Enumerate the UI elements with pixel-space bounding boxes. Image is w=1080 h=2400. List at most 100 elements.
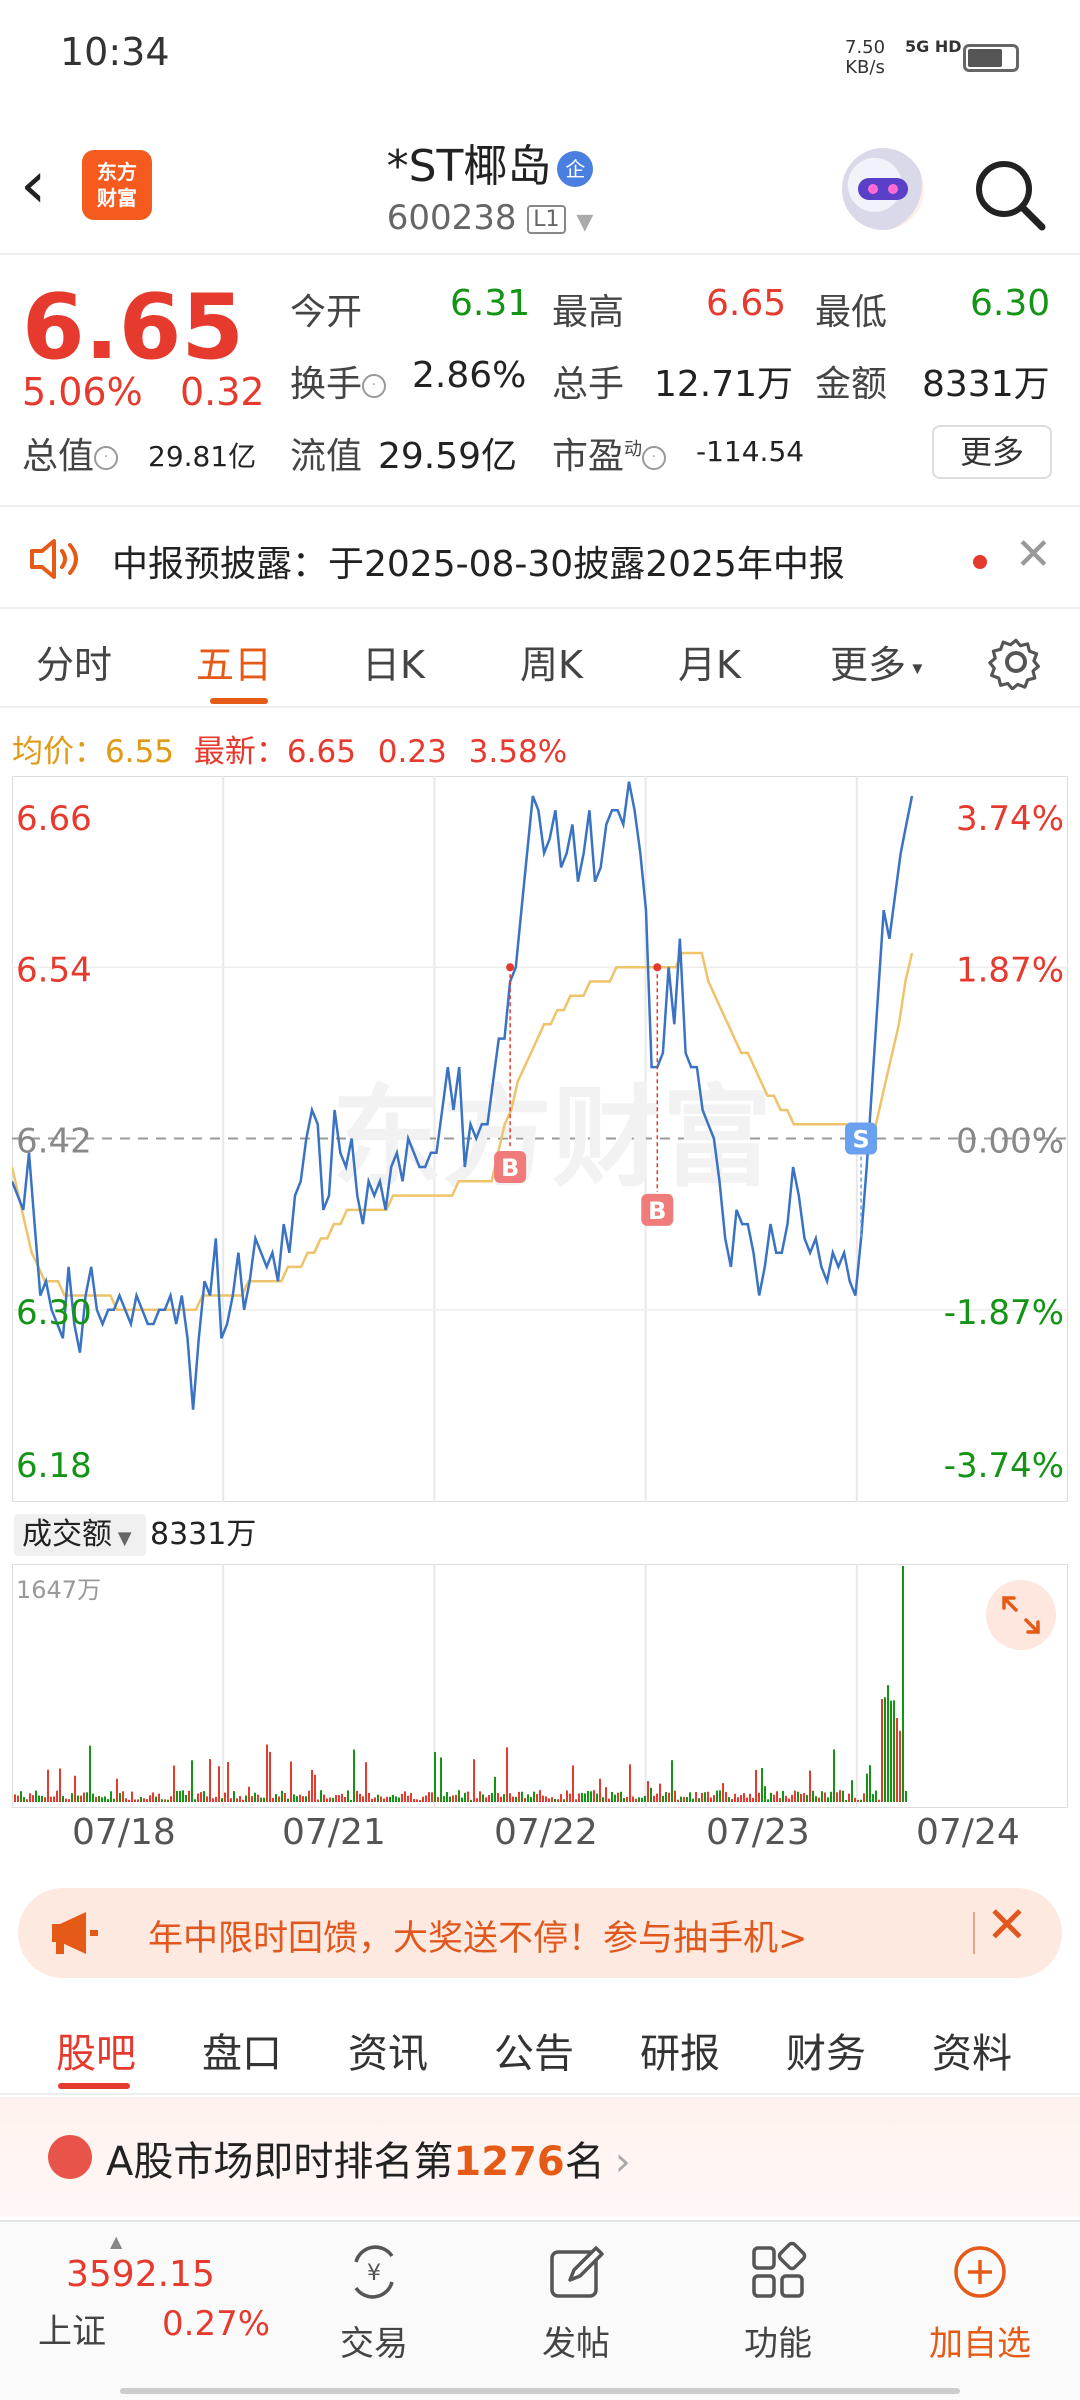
volume-bar xyxy=(83,1792,85,1802)
y-tick-right: 0.00% xyxy=(956,1122,1064,1162)
nav-post[interactable]: 发帖 xyxy=(506,2240,646,2365)
index-value[interactable]: 3592.15 xyxy=(66,2254,215,2295)
volume-bar xyxy=(524,1797,526,1802)
volume-bar xyxy=(551,1797,553,1802)
back-button[interactable]: ‹ xyxy=(20,150,80,220)
tab-monthly-k[interactable]: 月K xyxy=(678,634,741,689)
volume-bar xyxy=(734,1793,736,1802)
volume-bar xyxy=(602,1797,604,1802)
more-quote-button[interactable]: 更多 xyxy=(932,425,1052,479)
volume-bar xyxy=(233,1791,235,1802)
volume-bar xyxy=(218,1766,220,1802)
volume-bar xyxy=(179,1790,181,1802)
add-favorite-icon xyxy=(954,2246,1006,2298)
tab-orderbook[interactable]: 盘口 xyxy=(202,2021,282,2079)
info-icon[interactable]: · xyxy=(362,374,387,398)
volume-bar xyxy=(458,1790,460,1802)
gear-icon[interactable] xyxy=(988,634,1044,690)
tab-five-day[interactable]: 五日 xyxy=(196,634,272,689)
tab-profile[interactable]: 资料 xyxy=(932,2021,1012,2079)
volume-bar xyxy=(881,1699,883,1802)
info-icon[interactable]: · xyxy=(94,446,119,470)
ai-assistant-avatar[interactable] xyxy=(842,148,924,230)
pe-label: 市盈动 · xyxy=(552,427,667,479)
volume-chart[interactable] xyxy=(12,1564,1068,1808)
info-icon[interactable]: · xyxy=(642,446,667,470)
volume-bar xyxy=(749,1793,751,1802)
y-tick-left: 6.66 xyxy=(16,799,92,839)
volume-max-label: 1647万 xyxy=(16,1576,102,1604)
tab-daily-k[interactable]: 日K xyxy=(362,634,425,689)
volume-bar xyxy=(191,1760,193,1802)
volume-bar xyxy=(149,1795,151,1802)
nav-trade[interactable]: ¥ 交易 xyxy=(304,2240,444,2365)
volume-bar xyxy=(155,1796,157,1802)
volume-bar xyxy=(365,1762,367,1802)
volume-bar xyxy=(851,1780,853,1802)
volume-bar xyxy=(641,1797,643,1802)
volume-bar xyxy=(401,1793,403,1802)
volume-bar xyxy=(719,1790,721,1802)
volume-bar xyxy=(722,1783,724,1802)
volume-bar xyxy=(47,1769,49,1802)
volume-bar xyxy=(422,1796,424,1802)
mktcap-value: 29.81亿 xyxy=(148,440,257,473)
index-name[interactable]: 上证 xyxy=(38,2304,106,2353)
stock-title[interactable]: *ST椰岛企 xyxy=(300,130,680,194)
volume-bar xyxy=(308,1790,310,1802)
tab-news[interactable]: 资讯 xyxy=(348,2021,428,2079)
volume-bar xyxy=(527,1794,529,1802)
volume-bar xyxy=(842,1790,844,1802)
volume-bar xyxy=(44,1797,46,1802)
notice-bar[interactable]: 中报预披露：于2025-08-30披露2025年中报 ✕ xyxy=(0,505,1080,609)
stock-code-row[interactable]: 600238 L1 ▼ xyxy=(300,198,680,238)
bottom-nav: ▲ 3592.15 上证 0.27% ¥ 交易 发帖 功能 加自选 xyxy=(0,2220,1080,2400)
mktcap-label: 总值 · xyxy=(22,427,119,479)
tab-weekly-k[interactable]: 周K xyxy=(520,634,583,689)
nav-functions[interactable]: 功能 xyxy=(708,2240,848,2365)
volume-bar xyxy=(182,1790,184,1802)
volume-bar xyxy=(209,1759,211,1802)
volume-bar xyxy=(380,1796,382,1802)
ranking-text: A股市场即时排名第1276名 › xyxy=(106,2139,631,2185)
app-logo[interactable]: 东方 财富 xyxy=(82,150,152,220)
volume-bar xyxy=(788,1798,790,1802)
volume-bar xyxy=(743,1793,745,1802)
volume-bar xyxy=(275,1794,277,1802)
volume-bar xyxy=(737,1797,739,1802)
tab-announcements[interactable]: 公告 xyxy=(494,2021,574,2079)
volume-bar xyxy=(242,1799,244,1802)
search-icon[interactable] xyxy=(970,155,1050,235)
promo-banner[interactable]: 年中限时回馈，大奖送不停！参与抽手机> ✕ xyxy=(18,1888,1062,1978)
speaker-icon xyxy=(30,539,78,579)
float-label: 流值 xyxy=(290,436,363,477)
ranking-row[interactable]: A股市场即时排名第1276名 › xyxy=(0,2097,1080,2217)
volume-bar xyxy=(581,1792,583,1802)
expand-icon[interactable] xyxy=(986,1580,1056,1650)
volume-bar xyxy=(530,1797,532,1802)
close-icon[interactable]: ✕ xyxy=(1015,529,1052,580)
index-change[interactable]: 0.27% xyxy=(162,2304,270,2344)
marker-label: B xyxy=(501,1154,519,1182)
volume-type-selector[interactable]: 成交额 ▼ xyxy=(14,1514,146,1556)
tab-guba[interactable]: 股吧 xyxy=(56,2021,136,2079)
volume-bar xyxy=(65,1798,67,1802)
signal-icon: 5G HD xyxy=(905,37,962,56)
gesture-bar[interactable] xyxy=(120,2388,960,2394)
volume-bar xyxy=(404,1791,406,1802)
notice-text: 中报预披露：于2025-08-30披露2025年中报 xyxy=(112,544,845,585)
nav-add-favorite[interactable]: 加自选 xyxy=(910,2240,1050,2365)
volume-bar xyxy=(476,1798,478,1802)
tab-financials[interactable]: 财务 xyxy=(786,2021,866,2079)
volume-bar xyxy=(686,1797,688,1802)
volume-bar xyxy=(887,1685,889,1802)
volume-bar xyxy=(17,1795,19,1802)
tab-more[interactable]: 更多 ▾ xyxy=(830,634,922,689)
volume-bar xyxy=(761,1768,763,1802)
five-day-price-chart[interactable]: 东方财富 B B S 6.66 3.74% 6.54 1.87% 6.42 0.00% 6.30… xyxy=(12,776,1068,1502)
caret-up-icon: ▲ xyxy=(110,2232,123,2251)
close-icon[interactable]: ✕ xyxy=(986,1896,1028,1954)
volume-bar xyxy=(290,1761,292,1802)
tab-research[interactable]: 研报 xyxy=(640,2021,720,2079)
tab-intraday[interactable]: 分时 xyxy=(36,634,112,689)
